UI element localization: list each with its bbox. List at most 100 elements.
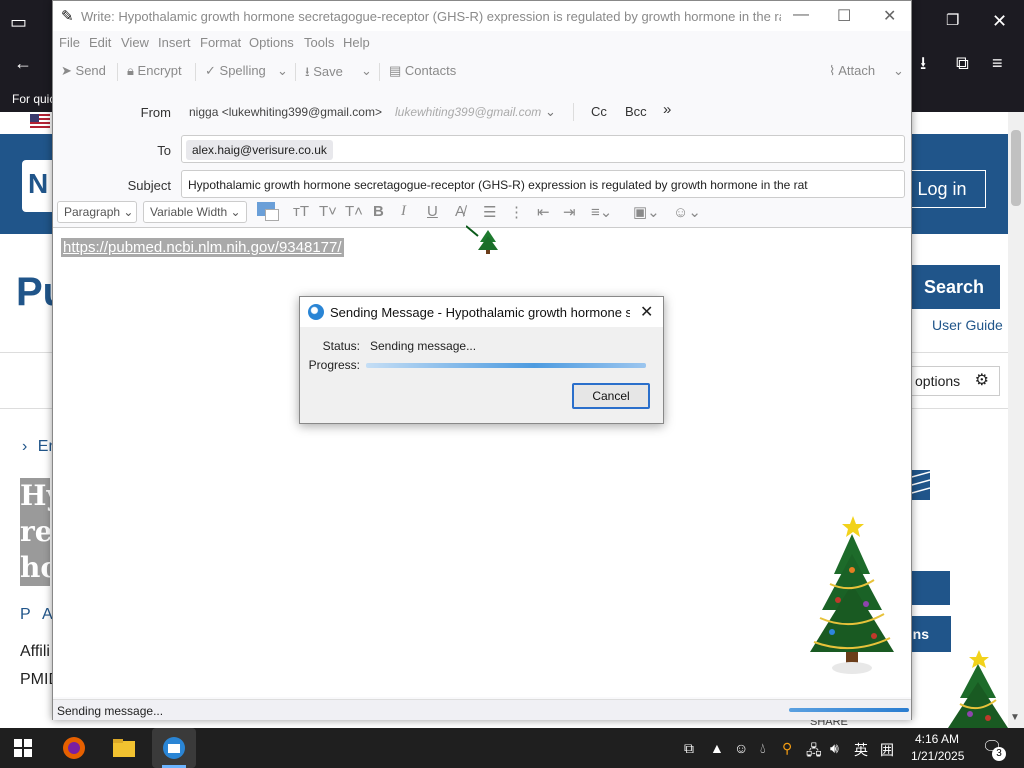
- body-link[interactable]: https://pubmed.ncbi.nlm.nih.gov/9348177/: [61, 238, 344, 257]
- people-icon[interactable]: ☺: [734, 740, 748, 756]
- cancel-button[interactable]: Cancel: [572, 383, 650, 409]
- scrollbar-thumb[interactable]: [1011, 130, 1021, 206]
- from-alias[interactable]: lukewhiting399@gmail.com: [395, 105, 541, 119]
- save-dropdown[interactable]: ⌄: [361, 63, 372, 79]
- header-separator: [573, 103, 574, 121]
- remove-format-icon[interactable]: A̸: [455, 203, 465, 220]
- back-icon[interactable]: ←: [14, 54, 32, 72]
- bcc-button[interactable]: Bcc: [625, 104, 647, 119]
- save-button[interactable]: ⭳ Save: [305, 63, 343, 85]
- more-fields-icon[interactable]: »: [663, 101, 671, 118]
- menu-help[interactable]: Help: [343, 35, 370, 50]
- gear-icon: ⚙: [974, 372, 989, 389]
- menu-icon[interactable]: ≡: [992, 54, 1003, 72]
- progress-label: Progress:: [308, 358, 360, 372]
- encrypt-label: Encrypt: [137, 63, 182, 78]
- subject-text: Hypothalamic growth hormone secretagogue…: [188, 178, 808, 192]
- minimize-icon[interactable]: —: [793, 6, 809, 24]
- taskbar: ⧉ ▲ ☺ 💧︎ ⚲ 🖧︎ 🔊︎ 英 囲 4:16 AM 1/21/2025 🗨…: [0, 728, 1024, 768]
- side-action-button[interactable]: [910, 571, 950, 605]
- tree-cursor-icon: [466, 225, 498, 254]
- close-icon[interactable]: ✕: [640, 302, 653, 322]
- menu-insert[interactable]: Insert: [158, 35, 191, 50]
- numbered-list-icon[interactable]: ⋮: [509, 203, 524, 221]
- thunderbird-taskbar-button[interactable]: [152, 728, 196, 768]
- volume-icon[interactable]: 🔊︎: [830, 740, 839, 757]
- tab-list-icon[interactable]: ▭: [10, 13, 27, 31]
- underline-icon[interactable]: U: [427, 203, 438, 220]
- background-color-icon[interactable]: [265, 209, 279, 221]
- outdent-icon[interactable]: ⇤: [537, 203, 550, 221]
- address-book-icon: ▤: [389, 63, 402, 78]
- insert-image-icon[interactable]: ▣⌄: [633, 203, 660, 221]
- menu-format[interactable]: Format: [200, 35, 241, 50]
- align-icon[interactable]: ≡⌄: [591, 203, 612, 221]
- close-icon[interactable]: ✕: [883, 6, 896, 26]
- display-options-button[interactable]: options ⚙: [906, 366, 1000, 396]
- keyboard-layout-icon[interactable]: 囲: [880, 740, 894, 760]
- send-button[interactable]: ➤ Send: [61, 63, 106, 79]
- status-value: Sending message...: [370, 339, 477, 353]
- clock-date[interactable]: 1/21/2025: [911, 749, 964, 763]
- menu-options[interactable]: Options: [249, 35, 294, 50]
- font-select[interactable]: Variable Width ⌄: [143, 201, 247, 223]
- bold-icon[interactable]: B: [373, 203, 384, 220]
- indent-icon[interactable]: ⇥: [563, 203, 576, 221]
- extensions-icon[interactable]: ⧉: [956, 54, 969, 72]
- attach-dropdown[interactable]: ⌄: [893, 63, 904, 79]
- affiliations-label[interactable]: Affili: [20, 643, 50, 661]
- bulleted-list-icon[interactable]: ☰: [483, 203, 496, 221]
- search-tray-icon[interactable]: ⚲: [782, 740, 792, 757]
- to-field[interactable]: alex.haig@verisure.co.uk: [181, 135, 905, 163]
- task-view-icon[interactable]: ⧉: [684, 740, 694, 757]
- menu-tools[interactable]: Tools: [304, 35, 334, 50]
- menu-view[interactable]: View: [121, 35, 149, 50]
- toolbar-separator: [295, 63, 296, 81]
- notification-center[interactable]: 🗨︎ 3: [982, 737, 1006, 761]
- file-explorer-icon[interactable]: [110, 734, 138, 762]
- from-dropdown-icon[interactable]: ⌄: [545, 104, 556, 120]
- paperclip-icon: ⌇: [829, 63, 836, 78]
- from-select[interactable]: nigga <lukewhiting399@gmail.com>: [189, 105, 382, 119]
- network-icon[interactable]: 🖧︎: [806, 740, 822, 764]
- subject-field[interactable]: Hypothalamic growth hormone secretagogue…: [181, 170, 905, 198]
- windows-start-icon[interactable]: [14, 739, 32, 757]
- spelling-dropdown[interactable]: ⌄: [277, 63, 288, 79]
- download-icon[interactable]: ⭳: [920, 54, 926, 72]
- font-size-reset-icon[interactable]: ᴛT: [293, 203, 309, 220]
- menu-file[interactable]: File: [59, 35, 80, 50]
- ime-indicator[interactable]: 英: [854, 740, 868, 760]
- menu-edit[interactable]: Edit: [89, 35, 111, 50]
- status-text: Sending message...: [57, 704, 164, 718]
- encrypt-button[interactable]: 🔒︎ Encrypt: [127, 63, 182, 79]
- emoji-icon[interactable]: ☺⌄: [673, 203, 701, 221]
- drop-icon[interactable]: 💧︎: [760, 740, 766, 757]
- larger-font-icon[interactable]: T˄: [345, 203, 363, 220]
- chevron-down-icon: ⌄: [361, 63, 372, 78]
- contacts-button[interactable]: ▤ Contacts: [389, 63, 456, 79]
- maximize-icon[interactable]: ☐: [837, 6, 851, 26]
- attach-label: Attach: [838, 63, 876, 78]
- clock-time[interactable]: 4:16 AM: [915, 732, 959, 746]
- close-icon[interactable]: ✕: [992, 12, 1007, 30]
- user-guide-link[interactable]: User Guide: [932, 317, 1003, 333]
- restore-icon[interactable]: ❐: [946, 13, 959, 28]
- lock-icon: 🔒︎: [127, 63, 134, 78]
- tray-app-icon[interactable]: ▲: [710, 740, 724, 756]
- italic-icon[interactable]: I: [401, 203, 406, 220]
- firefox-icon[interactable]: [60, 734, 88, 762]
- attach-button[interactable]: ⌇ Attach: [829, 63, 875, 79]
- search-button[interactable]: Search: [908, 265, 1000, 309]
- recipient-pill[interactable]: alex.haig@verisure.co.uk: [186, 140, 333, 160]
- toolbar-separator: [379, 63, 380, 81]
- paragraph-format-select[interactable]: Paragraph ⌄: [57, 201, 137, 223]
- smaller-font-icon[interactable]: T˅: [319, 203, 337, 220]
- spelling-button[interactable]: ✓ Spelling: [205, 63, 266, 79]
- spelling-label: Spelling: [219, 63, 266, 78]
- progress-bar: [366, 363, 646, 368]
- format-toolbar: Paragraph ⌄ Variable Width ⌄ ᴛT T˅ T˄ B …: [53, 199, 911, 227]
- notification-count: 3: [992, 747, 1006, 761]
- scroll-down-icon[interactable]: ▼: [1010, 712, 1020, 723]
- font-label: Variable Width: [150, 205, 228, 219]
- cc-button[interactable]: Cc: [591, 104, 607, 119]
